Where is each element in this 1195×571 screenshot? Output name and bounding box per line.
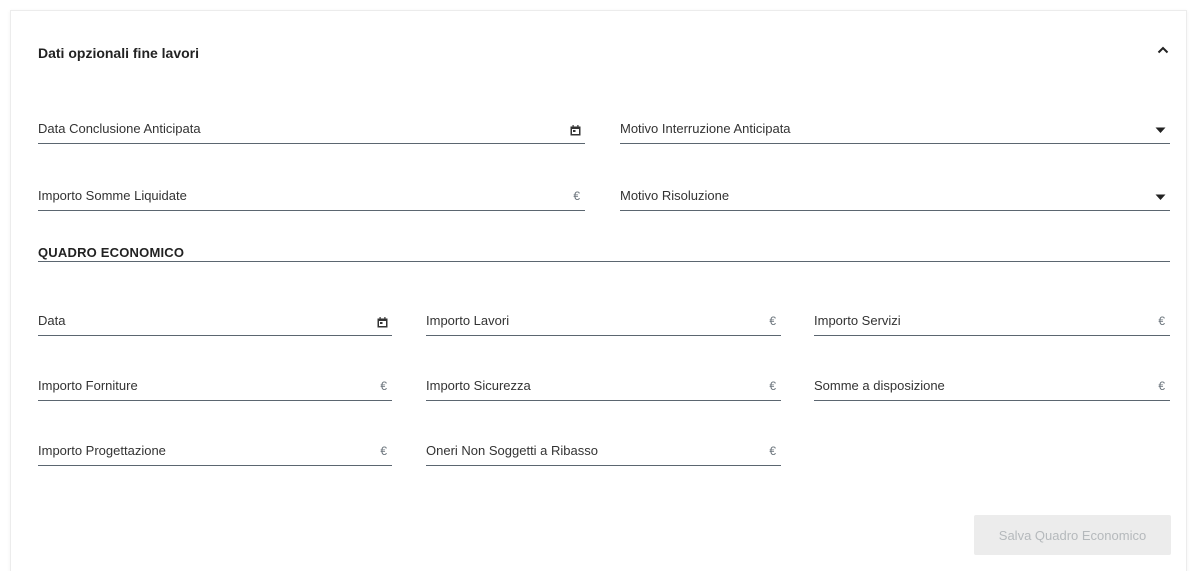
importo-somme-liquidate-label: Importo Somme Liquidate xyxy=(38,188,187,203)
collapse-button[interactable] xyxy=(1152,39,1174,61)
motivo-interruzione-anticipata-select[interactable]: Motivo Interruzione Anticipata xyxy=(620,118,1170,144)
salva-quadro-economico-button[interactable]: Salva Quadro Economico xyxy=(974,515,1171,555)
motivo-risoluzione-label: Motivo Risoluzione xyxy=(620,188,730,203)
motivo-risoluzione-select[interactable]: Motivo Risoluzione xyxy=(620,185,1170,211)
section-divider xyxy=(38,261,1170,262)
euro-suffix: € xyxy=(380,379,387,393)
euro-suffix: € xyxy=(380,444,387,458)
caret-down-icon xyxy=(1154,191,1166,203)
oneri-non-soggetti-a-ribasso-label: Oneri Non Soggetti a Ribasso xyxy=(426,443,598,458)
somme-a-disposizione-field[interactable]: Somme a disposizione € xyxy=(814,375,1170,401)
fine-lavori-card: Dati opzionali fine lavori Data Conclusi… xyxy=(10,10,1187,571)
euro-suffix: € xyxy=(769,444,776,458)
importo-progettazione-field[interactable]: Importo Progettazione € xyxy=(38,440,392,466)
quadro-economico-title: QUADRO ECONOMICO xyxy=(38,245,185,260)
importo-forniture-field[interactable]: Importo Forniture € xyxy=(38,375,392,401)
chevron-up-icon xyxy=(1157,46,1169,54)
importo-sicurezza-field[interactable]: Importo Sicurezza € xyxy=(426,375,781,401)
oneri-non-soggetti-a-ribasso-field[interactable]: Oneri Non Soggetti a Ribasso € xyxy=(426,440,781,466)
importo-servizi-field[interactable]: Importo Servizi € xyxy=(814,310,1170,336)
importo-servizi-label: Importo Servizi xyxy=(814,313,901,328)
motivo-interruzione-anticipata-label: Motivo Interruzione Anticipata xyxy=(620,121,791,136)
importo-forniture-label: Importo Forniture xyxy=(38,378,138,393)
calendar-icon[interactable] xyxy=(376,316,388,328)
data-conclusione-anticipata-label: Data Conclusione Anticipata xyxy=(38,121,201,136)
importo-progettazione-label: Importo Progettazione xyxy=(38,443,166,458)
data-conclusione-anticipata-field[interactable]: Data Conclusione Anticipata xyxy=(38,118,585,144)
importo-somme-liquidate-field[interactable]: Importo Somme Liquidate € xyxy=(38,185,585,211)
importo-sicurezza-label: Importo Sicurezza xyxy=(426,378,531,393)
euro-suffix: € xyxy=(573,189,580,203)
euro-suffix: € xyxy=(1158,379,1165,393)
data-field[interactable]: Data xyxy=(38,310,392,336)
calendar-icon[interactable] xyxy=(569,124,581,136)
card-title: Dati opzionali fine lavori xyxy=(38,45,200,61)
euro-suffix: € xyxy=(1158,314,1165,328)
importo-lavori-label: Importo Lavori xyxy=(426,313,510,328)
euro-suffix: € xyxy=(769,314,776,328)
caret-down-icon xyxy=(1154,124,1166,136)
euro-suffix: € xyxy=(769,379,776,393)
somme-a-disposizione-label: Somme a disposizione xyxy=(814,378,945,393)
importo-lavori-field[interactable]: Importo Lavori € xyxy=(426,310,781,336)
data-label: Data xyxy=(38,313,66,328)
